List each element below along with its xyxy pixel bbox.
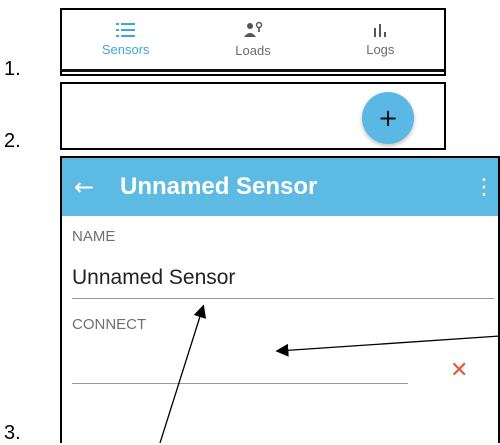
step-number-3: 3. [4, 422, 21, 444]
connect-label: CONNECT [72, 316, 147, 333]
list-icon [115, 22, 135, 37]
fab-panel: + [60, 82, 446, 150]
nav-label-sensors: Sensors [101, 41, 150, 57]
loads-icon [243, 21, 263, 37]
bottom-navigation: Sensors Loads Logs [62, 10, 444, 68]
nav-label-logs: Logs [366, 41, 395, 57]
nav-item-loads[interactable]: Loads [189, 10, 316, 68]
app-bar: ← Unnamed Sensor ⋮ [62, 158, 498, 216]
connect-input[interactable] [72, 348, 402, 372]
add-sensor-button[interactable]: + [362, 92, 414, 144]
step-number-2: 2. [4, 130, 21, 152]
name-label: NAME [72, 228, 116, 245]
nav-label-loads: Loads [235, 42, 271, 58]
nav-item-logs[interactable]: Logs [317, 10, 444, 68]
overflow-menu-icon[interactable]: ⋮ [470, 175, 498, 200]
bar-chart-icon [374, 23, 387, 37]
step-number-1: 1. [4, 58, 21, 80]
edit-sensor-panel: ← Unnamed Sensor ⋮ NAME CONNECT ✕ [60, 156, 500, 443]
connect-input-underline [72, 383, 408, 384]
name-input[interactable] [72, 266, 492, 290]
page-title: Unnamed Sensor [120, 173, 318, 200]
back-arrow-icon[interactable]: ← [62, 173, 106, 201]
nav-divider [62, 69, 444, 72]
nav-item-sensors[interactable]: Sensors [62, 10, 189, 68]
plus-icon: + [377, 104, 399, 132]
bottom-navigation-panel: Sensors Loads Logs [60, 8, 446, 76]
clear-connect-icon[interactable]: ✕ [450, 358, 468, 383]
name-input-underline [72, 298, 494, 299]
